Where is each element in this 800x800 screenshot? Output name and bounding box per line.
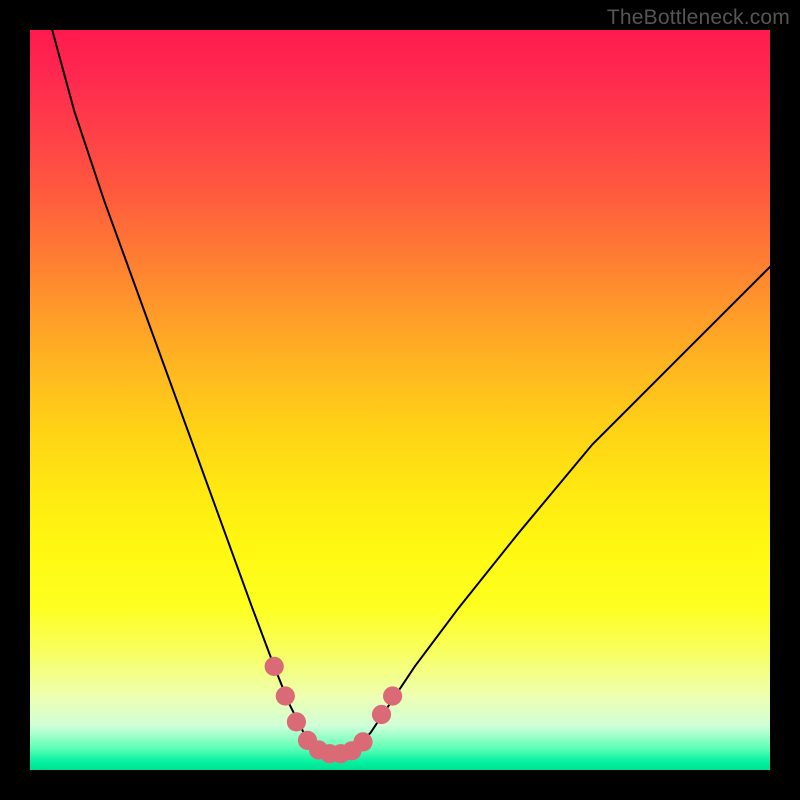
curve-line xyxy=(52,30,770,754)
marker-dot xyxy=(287,712,306,731)
watermark: TheBottleneck.com xyxy=(607,6,790,30)
marker-dot xyxy=(383,686,402,705)
marker-dot xyxy=(265,657,284,676)
chart-overlay xyxy=(30,30,770,770)
marker-dots xyxy=(265,657,403,764)
marker-dot xyxy=(353,732,372,751)
marker-dot xyxy=(372,705,391,724)
marker-dot xyxy=(276,686,295,705)
